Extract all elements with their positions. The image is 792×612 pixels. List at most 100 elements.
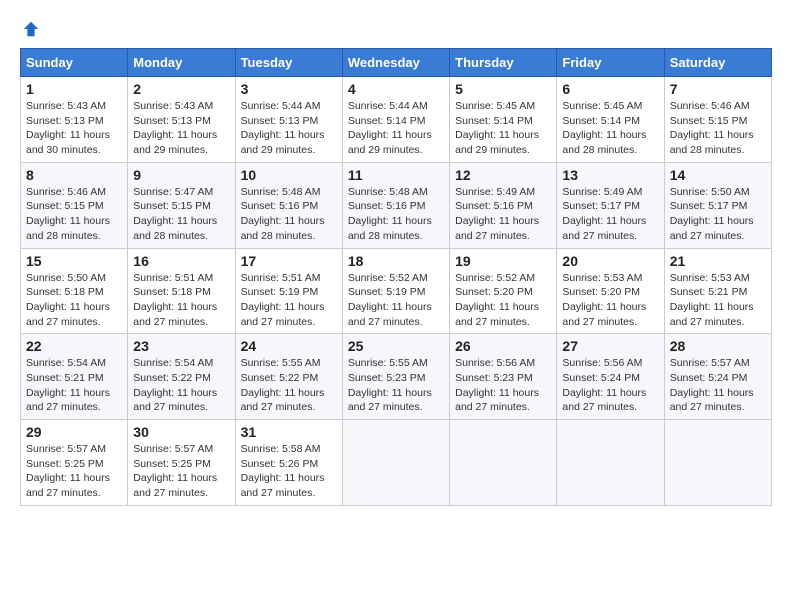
day-number: 27 xyxy=(562,338,658,354)
calendar-day-cell: 18Sunrise: 5:52 AMSunset: 5:19 PMDayligh… xyxy=(342,248,449,334)
calendar-day-cell: 11Sunrise: 5:48 AMSunset: 5:16 PMDayligh… xyxy=(342,162,449,248)
calendar-day-cell: 8 Sunrise: 5:46 AMSunset: 5:15 PMDaylight… xyxy=(21,162,128,248)
calendar-day-cell: 16 Sunrise: 5:51 AMSunset: 5:18 PMDayligh… xyxy=(128,248,235,334)
calendar-day-cell: 1 Sunrise: 5:43 AMSunset: 5:13 PMDaylight… xyxy=(21,77,128,163)
day-number: 24 xyxy=(241,338,337,354)
day-info: Sunrise: 5:55 AMSunset: 5:23 PMDaylight:… xyxy=(348,356,444,415)
day-number: 8 xyxy=(26,167,122,183)
day-info: Sunrise: 5:54 AMSunset: 5:22 PMDaylight:… xyxy=(133,356,229,415)
day-info: Sunrise: 5:47 AMSunset: 5:15 PMDaylight:… xyxy=(133,185,229,244)
day-number: 11 xyxy=(348,167,444,183)
calendar-day-cell: 27 Sunrise: 5:56 AMSunset: 5:24 PMDayligh… xyxy=(557,334,664,420)
day-number: 29 xyxy=(26,424,122,440)
day-info: Sunrise: 5:44 AMSunset: 5:13 PMDaylight:… xyxy=(241,99,337,158)
calendar-header-cell: Saturday xyxy=(664,49,771,77)
calendar-day-cell: 28 Sunrise: 5:57 AMSunset: 5:24 PMDayligh… xyxy=(664,334,771,420)
day-number: 22 xyxy=(26,338,122,354)
day-number: 15 xyxy=(26,253,122,269)
calendar-table: SundayMondayTuesdayWednesdayThursdayFrid… xyxy=(20,48,772,506)
calendar-header-cell: Thursday xyxy=(450,49,557,77)
calendar-day-cell: 31 Sunrise: 5:58 AMSunset: 5:26 PMDayligh… xyxy=(235,420,342,506)
day-number: 10 xyxy=(241,167,337,183)
day-number: 14 xyxy=(670,167,766,183)
day-info: Sunrise: 5:45 AMSunset: 5:14 PMDaylight:… xyxy=(562,99,658,158)
calendar-header-row: SundayMondayTuesdayWednesdayThursdayFrid… xyxy=(21,49,772,77)
calendar-day-cell: 10Sunrise: 5:48 AMSunset: 5:16 PMDayligh… xyxy=(235,162,342,248)
calendar-header-cell: Tuesday xyxy=(235,49,342,77)
day-info: Sunrise: 5:46 AMSunset: 5:15 PMDaylight:… xyxy=(26,185,122,244)
calendar-day-cell: 9 Sunrise: 5:47 AMSunset: 5:15 PMDaylight… xyxy=(128,162,235,248)
day-number: 17 xyxy=(241,253,337,269)
calendar-day-cell: 3 Sunrise: 5:44 AMSunset: 5:13 PMDaylight… xyxy=(235,77,342,163)
day-info: Sunrise: 5:50 AMSunset: 5:17 PMDaylight:… xyxy=(670,185,766,244)
calendar-header-cell: Friday xyxy=(557,49,664,77)
day-info: Sunrise: 5:50 AMSunset: 5:18 PMDaylight:… xyxy=(26,271,122,330)
calendar-day-cell: 5Sunrise: 5:45 AMSunset: 5:14 PMDaylight… xyxy=(450,77,557,163)
day-number: 1 xyxy=(26,81,122,97)
day-number: 19 xyxy=(455,253,551,269)
calendar-day-cell: 14 Sunrise: 5:50 AMSunset: 5:17 PMDayligh… xyxy=(664,162,771,248)
day-info: Sunrise: 5:53 AMSunset: 5:20 PMDaylight:… xyxy=(562,271,658,330)
day-info: Sunrise: 5:45 AMSunset: 5:14 PMDaylight:… xyxy=(455,99,551,158)
day-number: 26 xyxy=(455,338,551,354)
day-number: 12 xyxy=(455,167,551,183)
day-info: Sunrise: 5:46 AMSunset: 5:15 PMDaylight:… xyxy=(670,99,766,158)
calendar-day-cell: 19 Sunrise: 5:52 AMSunset: 5:20 PMDayligh… xyxy=(450,248,557,334)
calendar-day-cell: 24 Sunrise: 5:55 AMSunset: 5:22 PMDayligh… xyxy=(235,334,342,420)
calendar-week-row: 29 Sunrise: 5:57 AMSunset: 5:25 PMDayligh… xyxy=(21,420,772,506)
calendar-day-cell xyxy=(450,420,557,506)
calendar-day-cell: 22 Sunrise: 5:54 AMSunset: 5:21 PMDayligh… xyxy=(21,334,128,420)
day-info: Sunrise: 5:55 AMSunset: 5:22 PMDaylight:… xyxy=(241,356,337,415)
calendar-day-cell: 17 Sunrise: 5:51 AMSunset: 5:19 PMDayligh… xyxy=(235,248,342,334)
day-info: Sunrise: 5:43 AMSunset: 5:13 PMDaylight:… xyxy=(26,99,122,158)
calendar-week-row: 15 Sunrise: 5:50 AMSunset: 5:18 PMDayligh… xyxy=(21,248,772,334)
calendar-day-cell: 26 Sunrise: 5:56 AMSunset: 5:23 PMDayligh… xyxy=(450,334,557,420)
calendar-day-cell: 6 Sunrise: 5:45 AMSunset: 5:14 PMDaylight… xyxy=(557,77,664,163)
calendar-day-cell xyxy=(342,420,449,506)
calendar-body: 1 Sunrise: 5:43 AMSunset: 5:13 PMDaylight… xyxy=(21,77,772,506)
calendar-week-row: 1 Sunrise: 5:43 AMSunset: 5:13 PMDaylight… xyxy=(21,77,772,163)
day-number: 7 xyxy=(670,81,766,97)
calendar-day-cell: 30Sunrise: 5:57 AMSunset: 5:25 PMDayligh… xyxy=(128,420,235,506)
day-number: 23 xyxy=(133,338,229,354)
calendar-day-cell: 7 Sunrise: 5:46 AMSunset: 5:15 PMDaylight… xyxy=(664,77,771,163)
calendar-day-cell: 25 Sunrise: 5:55 AMSunset: 5:23 PMDayligh… xyxy=(342,334,449,420)
day-info: Sunrise: 5:58 AMSunset: 5:26 PMDaylight:… xyxy=(241,442,337,501)
page-header xyxy=(20,20,772,38)
day-number: 13 xyxy=(562,167,658,183)
day-number: 3 xyxy=(241,81,337,97)
day-number: 25 xyxy=(348,338,444,354)
calendar-day-cell: 13 Sunrise: 5:49 AMSunset: 5:17 PMDayligh… xyxy=(557,162,664,248)
day-info: Sunrise: 5:51 AMSunset: 5:19 PMDaylight:… xyxy=(241,271,337,330)
calendar-day-cell: 21Sunrise: 5:53 AMSunset: 5:21 PMDayligh… xyxy=(664,248,771,334)
day-number: 16 xyxy=(133,253,229,269)
day-info: Sunrise: 5:51 AMSunset: 5:18 PMDaylight:… xyxy=(133,271,229,330)
calendar-header-cell: Sunday xyxy=(21,49,128,77)
calendar-day-cell xyxy=(557,420,664,506)
day-number: 6 xyxy=(562,81,658,97)
day-number: 2 xyxy=(133,81,229,97)
day-info: Sunrise: 5:56 AMSunset: 5:23 PMDaylight:… xyxy=(455,356,551,415)
calendar-day-cell: 2 Sunrise: 5:43 AMSunset: 5:13 PMDaylight… xyxy=(128,77,235,163)
day-info: Sunrise: 5:56 AMSunset: 5:24 PMDaylight:… xyxy=(562,356,658,415)
day-number: 4 xyxy=(348,81,444,97)
calendar-day-cell xyxy=(664,420,771,506)
day-number: 9 xyxy=(133,167,229,183)
day-info: Sunrise: 5:49 AMSunset: 5:17 PMDaylight:… xyxy=(562,185,658,244)
day-info: Sunrise: 5:54 AMSunset: 5:21 PMDaylight:… xyxy=(26,356,122,415)
day-info: Sunrise: 5:53 AMSunset: 5:21 PMDaylight:… xyxy=(670,271,766,330)
day-info: Sunrise: 5:44 AMSunset: 5:14 PMDaylight:… xyxy=(348,99,444,158)
day-info: Sunrise: 5:57 AMSunset: 5:25 PMDaylight:… xyxy=(133,442,229,501)
day-info: Sunrise: 5:52 AMSunset: 5:19 PMDaylight:… xyxy=(348,271,444,330)
day-info: Sunrise: 5:49 AMSunset: 5:16 PMDaylight:… xyxy=(455,185,551,244)
day-number: 28 xyxy=(670,338,766,354)
calendar-week-row: 8 Sunrise: 5:46 AMSunset: 5:15 PMDaylight… xyxy=(21,162,772,248)
day-number: 20 xyxy=(562,253,658,269)
day-info: Sunrise: 5:43 AMSunset: 5:13 PMDaylight:… xyxy=(133,99,229,158)
day-info: Sunrise: 5:52 AMSunset: 5:20 PMDaylight:… xyxy=(455,271,551,330)
logo-icon xyxy=(22,20,40,38)
calendar-day-cell: 29Sunrise: 5:57 AMSunset: 5:25 PMDayligh… xyxy=(21,420,128,506)
day-number: 31 xyxy=(241,424,337,440)
day-info: Sunrise: 5:57 AMSunset: 5:24 PMDaylight:… xyxy=(670,356,766,415)
calendar-day-cell: 4 Sunrise: 5:44 AMSunset: 5:14 PMDaylight… xyxy=(342,77,449,163)
